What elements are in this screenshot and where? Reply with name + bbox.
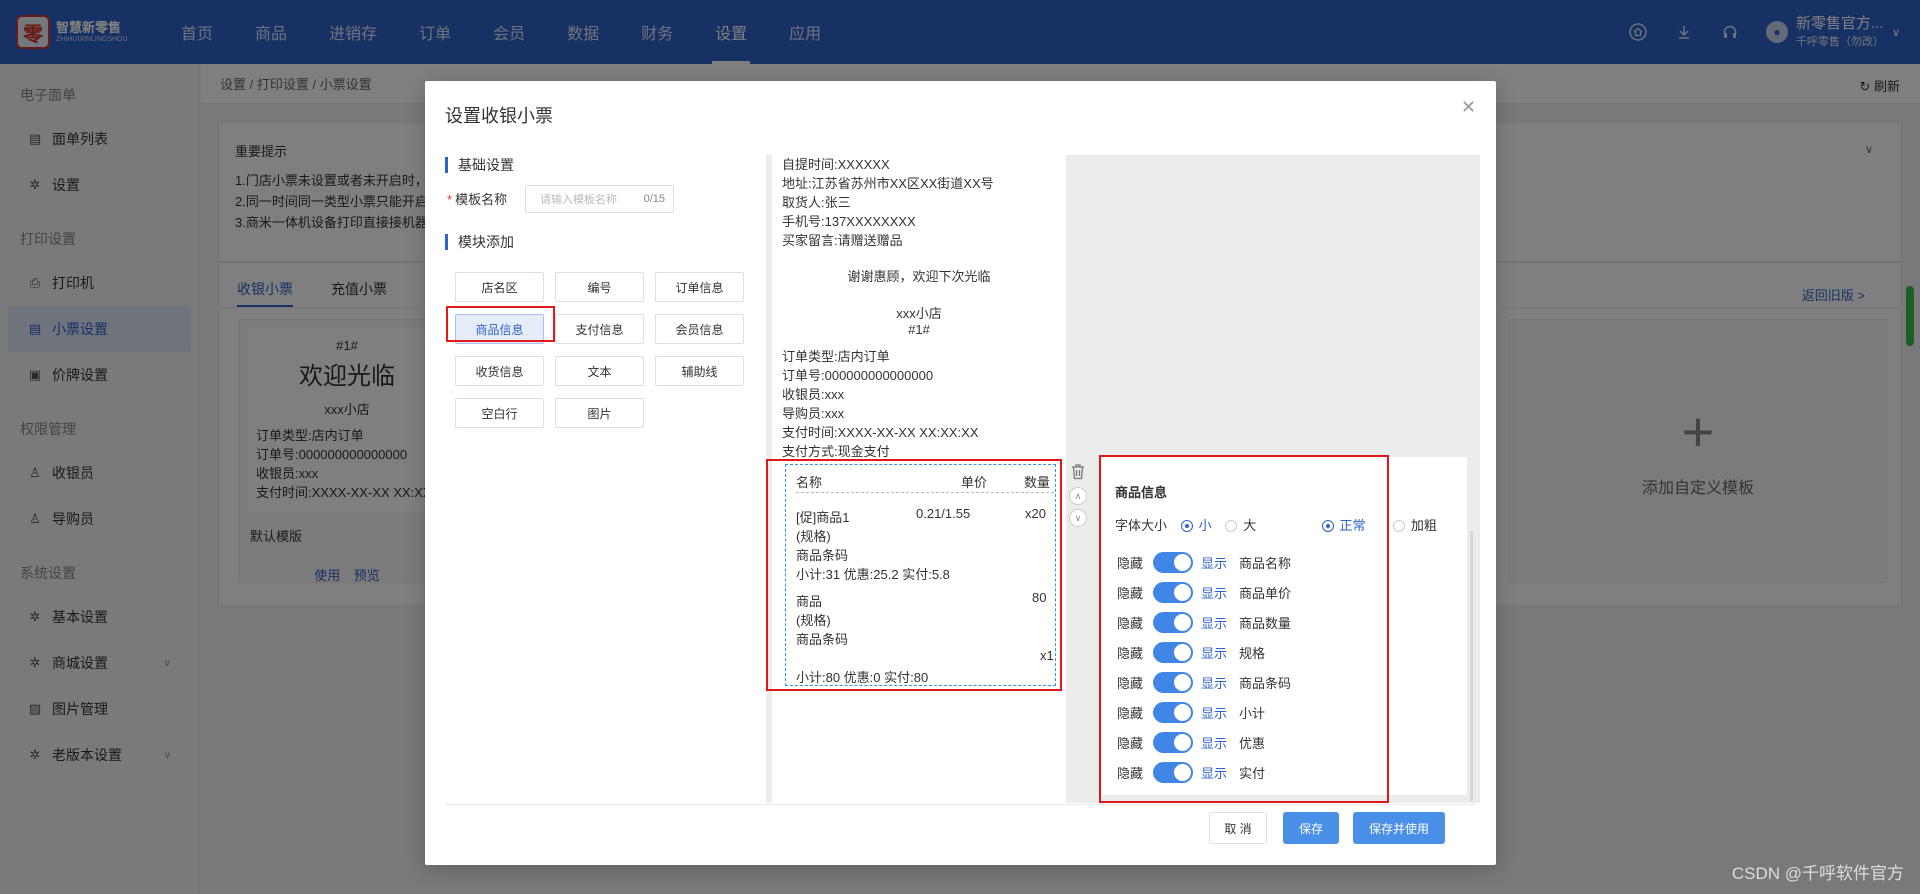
dialog-title: 设置收银小票	[445, 106, 553, 126]
module-shop-name-button[interactable]: 店名区	[455, 272, 544, 302]
cancel-button[interactable]: 取 消	[1209, 812, 1267, 844]
module-delivery-info-button[interactable]: 收货信息	[455, 356, 544, 386]
receipt-thanks: 谢谢惠顾，欢迎下次光临	[847, 269, 991, 284]
receipt-line: 导购员:xxx	[782, 406, 845, 421]
highlight-box	[766, 459, 1062, 691]
move-up-icon[interactable]: ∧	[1069, 487, 1087, 505]
highlight-box	[446, 306, 555, 342]
receipt-line: 订单号:000000000000000	[782, 368, 934, 383]
watermark: CSDN @千呼软件官方	[1731, 864, 1904, 883]
module-payment-info-button[interactable]: 支付信息	[555, 314, 644, 344]
module-guideline-button[interactable]: 辅助线	[655, 356, 744, 386]
receipt-line: 买家留言:请赠送赠品	[782, 233, 903, 248]
receipt-line: 支付方式:现金支付	[782, 444, 890, 459]
close-icon[interactable]: ✕	[1461, 97, 1476, 118]
delete-icon[interactable]	[1070, 463, 1086, 485]
char-count: 0/15	[643, 193, 665, 205]
receipt-line: 手机号:137XXXXXXXX	[782, 214, 916, 229]
receipt-line: 地址:江苏省苏州市XX区XX街道XX号	[782, 176, 994, 191]
module-number-button[interactable]: 编号	[555, 272, 644, 302]
receipt-shop-name: xxx小店	[896, 306, 942, 321]
receipt-line: 自提时间:XXXXXX	[782, 157, 890, 172]
highlight-box	[1099, 455, 1389, 803]
save-and-use-button[interactable]: 保存并使用	[1353, 812, 1445, 844]
module-blank-line-button[interactable]: 空白行	[455, 398, 544, 428]
basic-settings-title: 基础设置	[445, 157, 514, 173]
module-text-button[interactable]: 文本	[555, 356, 644, 386]
receipt-settings-dialog: 设置收银小票 ✕ 基础设置 * 模板名称 请输入模板名称 0/15 模块添加 店名区…	[425, 81, 1496, 865]
move-down-icon[interactable]: ∨	[1069, 509, 1087, 527]
receipt-line: 取货人:张三	[782, 195, 851, 210]
weight-bold-radio[interactable]	[1392, 520, 1405, 532]
save-button[interactable]: 保存	[1283, 812, 1339, 844]
template-name-input[interactable]: 请输入模板名称 0/15	[525, 185, 674, 213]
receipt-number: #1#	[908, 322, 930, 337]
receipt-line: 支付时间:XXXX-XX-XX XX:XX:XX	[782, 425, 979, 440]
scrollbar[interactable]	[1470, 531, 1473, 801]
module-order-info-button[interactable]: 订单信息	[655, 272, 744, 302]
module-image-button[interactable]: 图片	[555, 398, 644, 428]
module-add-title: 模块添加	[445, 234, 514, 250]
template-name-label: * 模板名称	[447, 192, 508, 207]
receipt-line: 收银员:xxx	[782, 387, 845, 402]
divider	[445, 804, 1476, 805]
module-member-info-button[interactable]: 会员信息	[655, 314, 744, 344]
receipt-line: 订单类型:店内订单	[782, 349, 890, 364]
